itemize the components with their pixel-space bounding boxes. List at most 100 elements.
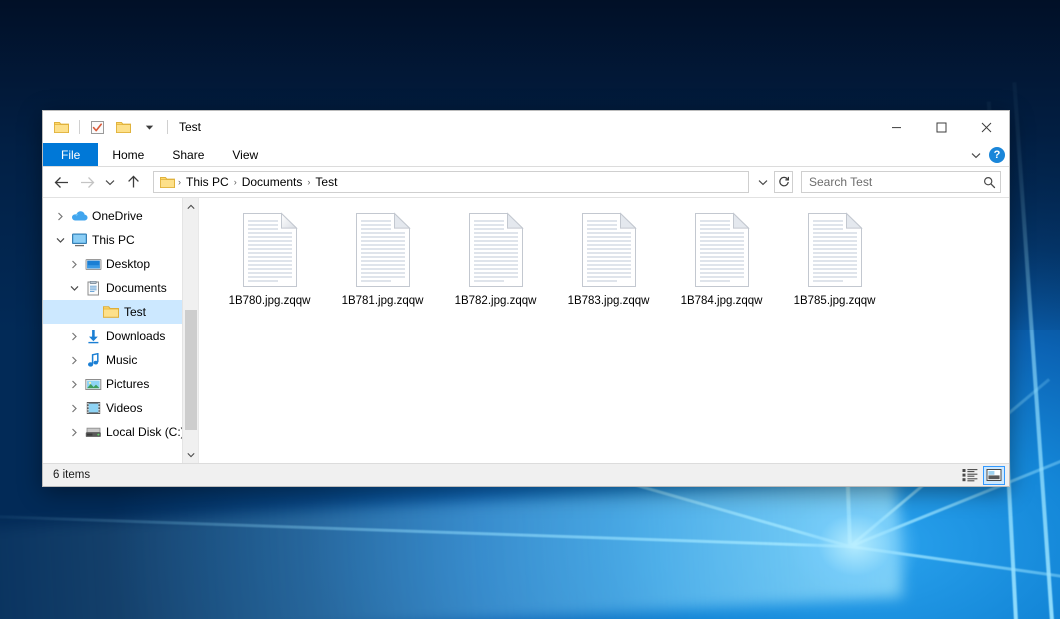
close-button[interactable] [964, 111, 1009, 143]
address-dropdown-icon[interactable] [753, 171, 772, 193]
window-title: Test [179, 120, 201, 134]
tab-file[interactable]: File [43, 143, 98, 166]
search-input[interactable] [809, 175, 980, 189]
sidebar-item-onedrive[interactable]: OneDrive [43, 204, 198, 228]
breadcrumb-item-this-pc[interactable]: This PC [182, 175, 233, 189]
file-item[interactable]: 1B784.jpg.zqqw [665, 206, 778, 315]
ribbon-right-controls: ? [971, 143, 1005, 167]
sidebar-item-label: Documents [103, 281, 167, 295]
folder-icon [101, 305, 121, 319]
generic-file-icon [351, 211, 415, 289]
sidebar-item-this-pc[interactable]: This PC [43, 228, 198, 252]
navigation-tree: OneDrive This PC [43, 198, 198, 444]
generic-file-icon [238, 211, 302, 289]
generic-file-icon [690, 211, 754, 289]
file-explorer-window: Test File Home Share View [42, 110, 1010, 487]
refresh-icon[interactable] [774, 171, 793, 193]
sidebar-item-music[interactable]: Music [43, 348, 198, 372]
navigation-scrollbar[interactable] [182, 198, 198, 463]
chevron-right-icon[interactable] [65, 404, 83, 413]
file-name-label: 1B783.jpg.zqqw [568, 294, 650, 308]
sidebar-item-label: Music [103, 353, 137, 367]
cloud-icon [69, 210, 89, 222]
properties-icon[interactable] [87, 117, 108, 138]
title-bar: Test [43, 111, 1009, 143]
file-name-label: 1B780.jpg.zqqw [229, 294, 311, 308]
sidebar-item-downloads[interactable]: Downloads [43, 324, 198, 348]
scrollbar-thumb[interactable] [185, 310, 197, 430]
generic-file-icon [464, 211, 528, 289]
file-name-label: 1B784.jpg.zqqw [681, 294, 763, 308]
chevron-down-icon[interactable] [51, 237, 69, 244]
breadcrumb[interactable]: › This PC › Documents › Test [153, 171, 749, 193]
file-grid: 1B780.jpg.zqqw [199, 198, 1009, 315]
item-count-label: 6 items [53, 469, 90, 481]
download-icon [83, 329, 103, 344]
help-icon[interactable]: ? [989, 147, 1005, 163]
file-item[interactable]: 1B780.jpg.zqqw [213, 206, 326, 315]
search-box[interactable] [801, 171, 1001, 193]
music-icon [83, 353, 103, 368]
chevron-right-icon[interactable] [65, 380, 83, 389]
up-button[interactable] [121, 170, 145, 194]
sidebar-item-label: Desktop [103, 257, 150, 271]
file-item[interactable]: 1B782.jpg.zqqw [439, 206, 552, 315]
toolbar-separator [79, 120, 80, 134]
explorer-body: OneDrive This PC [43, 197, 1009, 463]
minimize-button[interactable] [874, 111, 919, 143]
back-button[interactable] [49, 170, 73, 194]
large-icons-view-button[interactable] [983, 466, 1005, 485]
folder-icon[interactable] [51, 117, 72, 138]
file-list-pane[interactable]: 1B780.jpg.zqqw [199, 198, 1009, 463]
window-controls [874, 111, 1009, 143]
file-item[interactable]: 1B785.jpg.zqqw [778, 206, 891, 315]
chevron-down-icon[interactable] [65, 285, 83, 292]
disk-icon [83, 426, 103, 439]
sidebar-item-label: Pictures [103, 377, 149, 391]
video-icon [83, 401, 103, 415]
recent-locations-button[interactable] [101, 170, 119, 194]
tab-view[interactable]: View [218, 143, 272, 166]
file-item[interactable]: 1B781.jpg.zqqw [326, 206, 439, 315]
maximize-button[interactable] [919, 111, 964, 143]
sidebar-item-label: This PC [89, 233, 135, 247]
generic-file-icon [803, 211, 867, 289]
chevron-right-icon[interactable] [65, 260, 83, 269]
sidebar-item-documents[interactable]: Documents [43, 276, 198, 300]
details-view-button[interactable] [959, 466, 981, 485]
tab-share[interactable]: Share [158, 143, 218, 166]
scroll-down-button[interactable] [183, 446, 199, 463]
sidebar-item-desktop[interactable]: Desktop [43, 252, 198, 276]
sidebar-item-label: Downloads [103, 329, 165, 343]
tab-home[interactable]: Home [98, 143, 158, 166]
sidebar-item-videos[interactable]: Videos [43, 396, 198, 420]
desktop: Test File Home Share View [0, 0, 1060, 619]
breadcrumb-item-test[interactable]: Test [311, 175, 341, 189]
sidebar-item-pictures[interactable]: Pictures [43, 372, 198, 396]
title-separator [167, 120, 168, 134]
sidebar-item-label: OneDrive [89, 209, 143, 223]
scroll-up-button[interactable] [183, 198, 199, 215]
status-bar: 6 items [43, 463, 1009, 486]
chevron-right-icon[interactable] [65, 332, 83, 341]
sidebar-item-label: Local Disk (C:) [103, 425, 185, 439]
chevron-right-icon[interactable] [51, 212, 69, 221]
wallpaper-glow [790, 490, 920, 600]
forward-button[interactable] [75, 170, 99, 194]
new-folder-icon[interactable] [113, 117, 134, 138]
search-icon[interactable] [980, 176, 996, 189]
chevron-right-icon[interactable] [65, 428, 83, 437]
file-item[interactable]: 1B783.jpg.zqqw [552, 206, 665, 315]
file-name-label: 1B785.jpg.zqqw [794, 294, 876, 308]
file-name-label: 1B782.jpg.zqqw [455, 294, 537, 308]
chevron-right-icon[interactable] [65, 356, 83, 365]
breadcrumb-item-documents[interactable]: Documents [238, 175, 307, 189]
document-icon [83, 281, 103, 296]
monitor-icon [69, 233, 89, 247]
expand-ribbon-icon[interactable] [971, 152, 981, 159]
sidebar-item-test[interactable]: Test [43, 300, 198, 324]
chevron-down-icon[interactable] [139, 117, 160, 138]
address-bar-row: › This PC › Documents › Test [43, 167, 1009, 197]
sidebar-item-local-disk-c[interactable]: Local Disk (C:) [43, 420, 198, 444]
sidebar-item-label: Videos [103, 401, 142, 415]
